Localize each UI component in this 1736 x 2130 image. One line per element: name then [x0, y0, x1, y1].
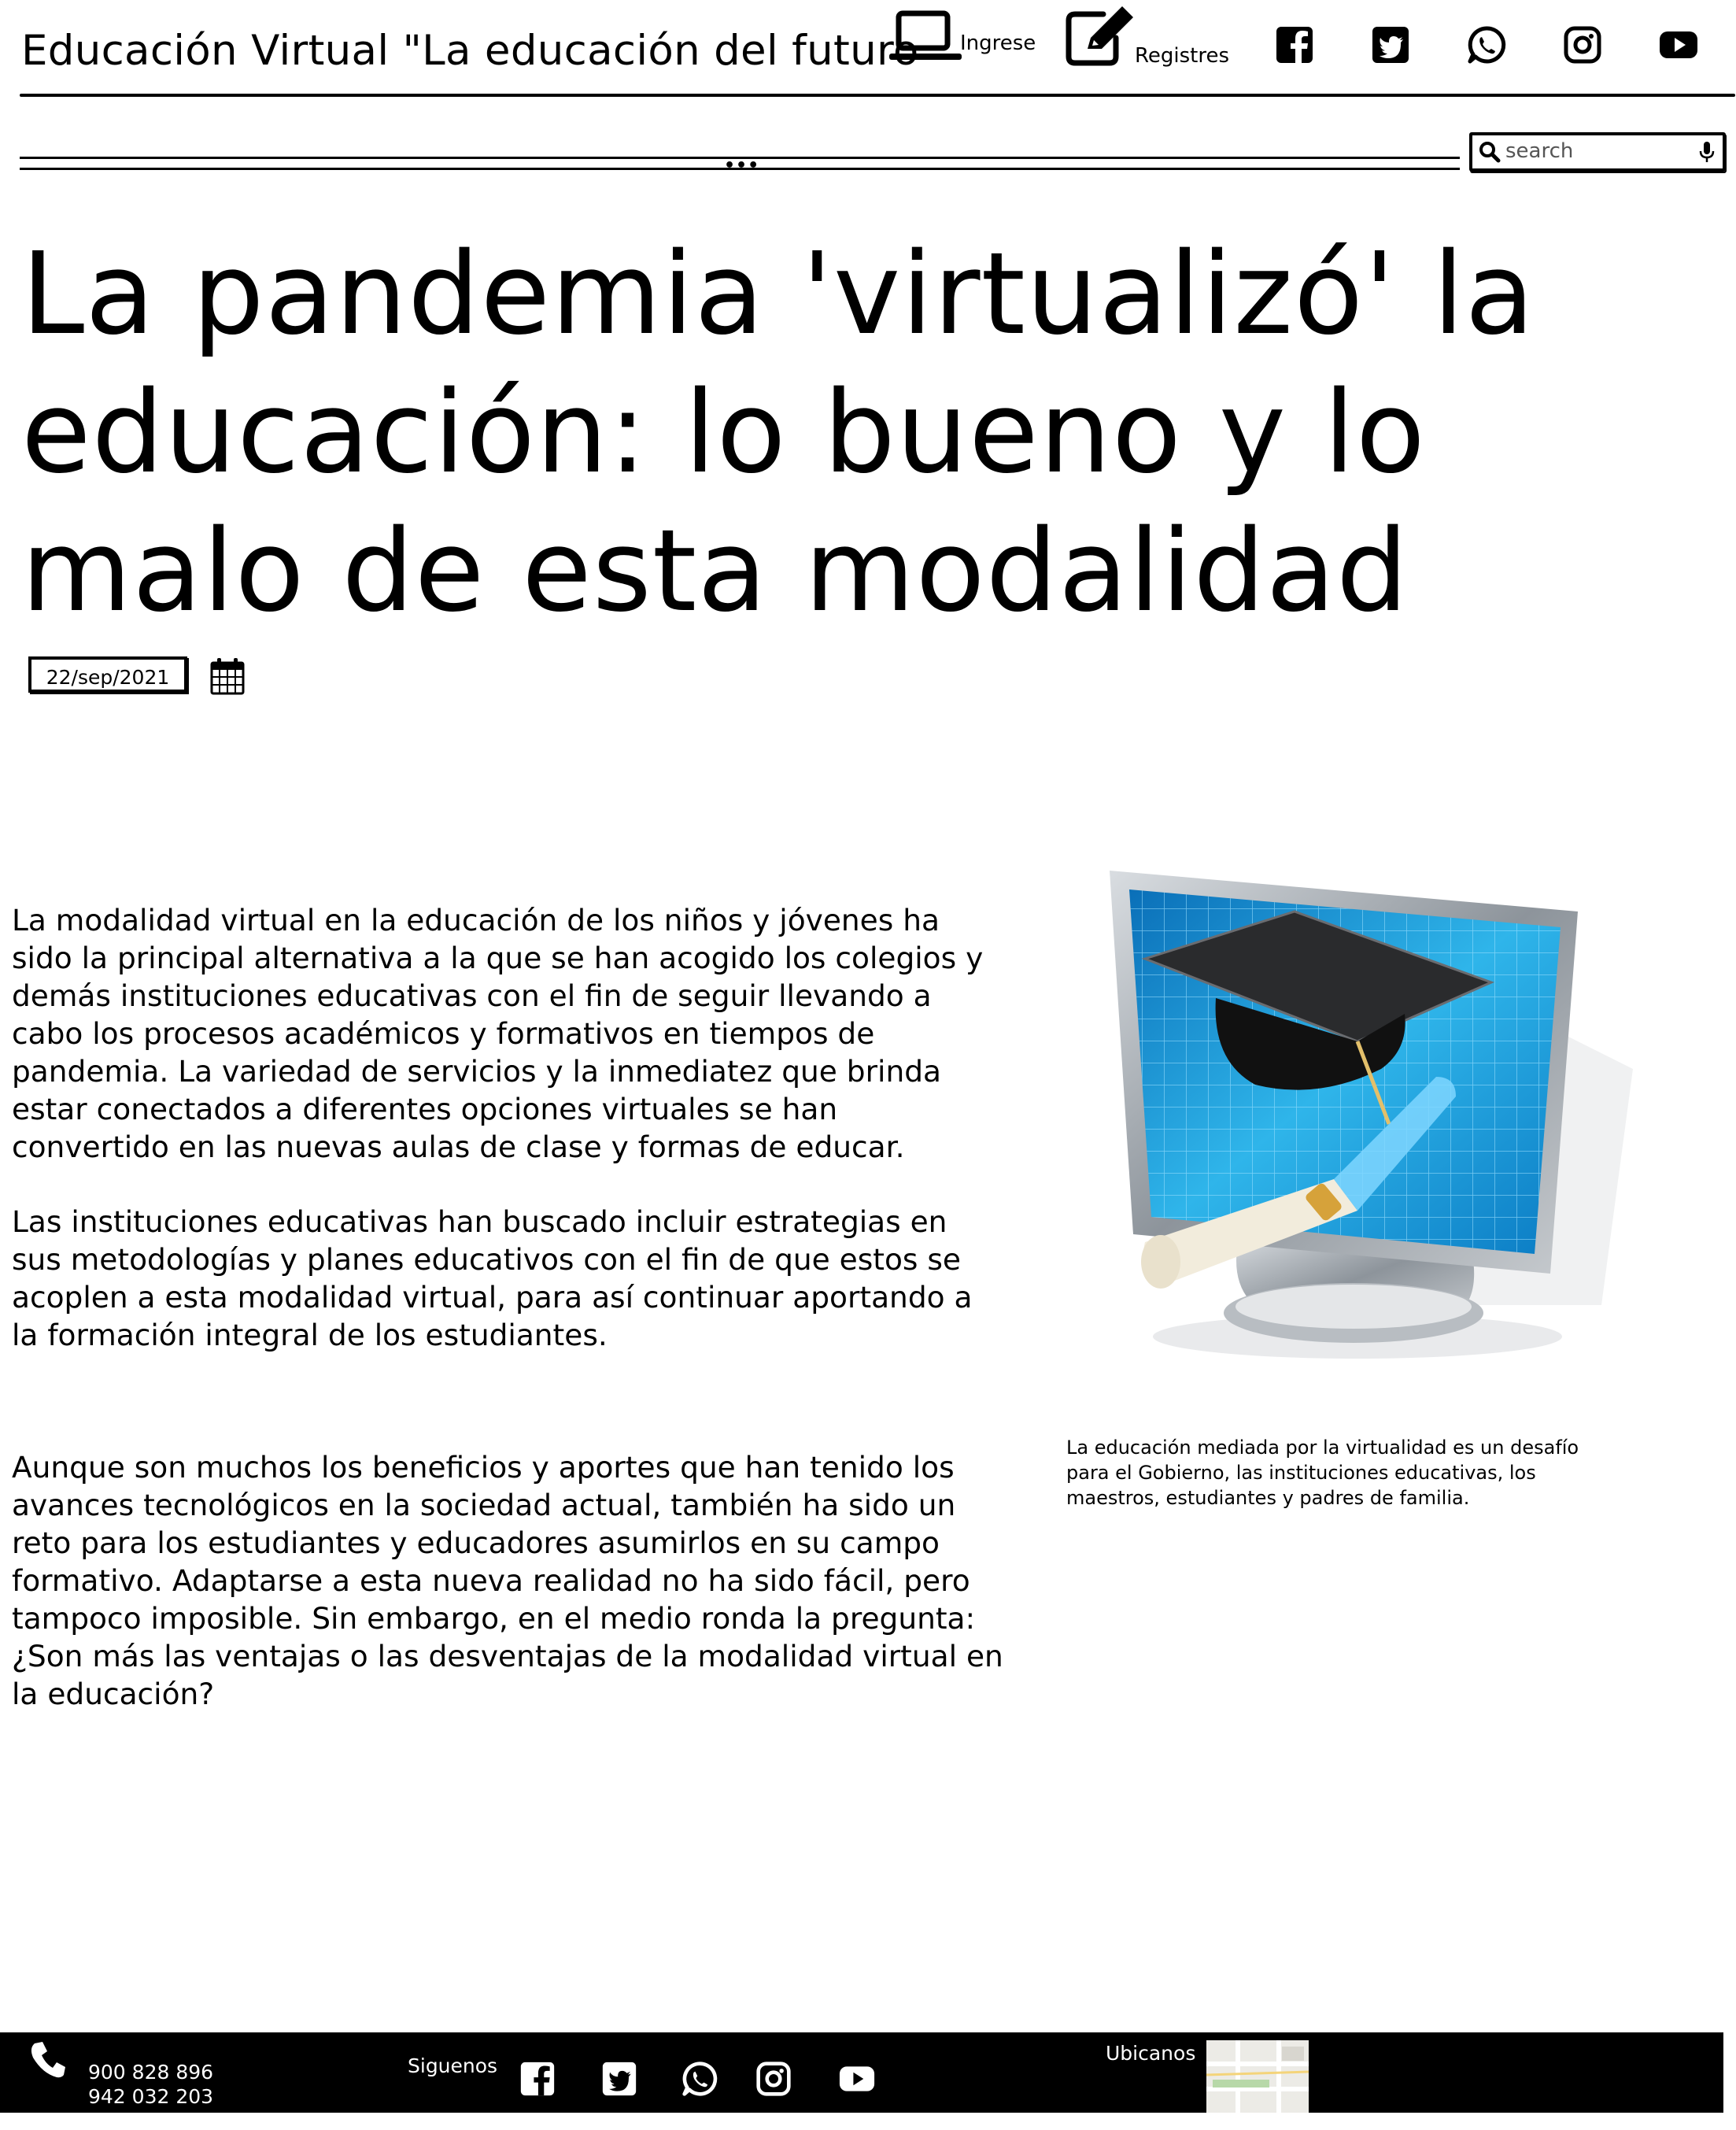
twitter-icon[interactable]	[1371, 25, 1410, 65]
register-link[interactable]: Registres	[1064, 3, 1229, 69]
youtube-icon[interactable]	[837, 2061, 877, 2097]
footer: 900 828 896 942 032 203 Siguenos Ubicano…	[0, 2032, 1723, 2113]
youtube-icon[interactable]	[1659, 25, 1698, 65]
whatsapp-icon[interactable]	[1467, 25, 1506, 65]
facebook-icon[interactable]	[519, 2061, 556, 2097]
footer-follow-label: Siguenos	[408, 2054, 498, 2077]
twitter-icon[interactable]	[601, 2061, 637, 2097]
whatsapp-icon[interactable]	[681, 2061, 718, 2097]
article-paragraph: Aunque son muchos los beneficios y aport…	[12, 1450, 1003, 1711]
article-paragraph: Las instituciones educativas han buscado…	[12, 1204, 973, 1352]
facebook-icon[interactable]	[1275, 25, 1314, 65]
footer-location-label: Ubicanos	[1106, 2042, 1196, 2065]
header-divider	[20, 94, 1735, 97]
article-image	[1110, 871, 1633, 1359]
login-link[interactable]: Ingrese	[888, 9, 1037, 66]
phone-icon	[31, 2042, 65, 2078]
more-menu-button[interactable]: •••	[724, 157, 759, 175]
instagram-icon[interactable]	[1563, 25, 1602, 65]
edit-icon	[1066, 6, 1133, 66]
footer-phone-1[interactable]: 900 828 896	[88, 2060, 213, 2084]
map-thumbnail[interactable]	[1206, 2040, 1309, 2113]
register-label: Registres	[1135, 44, 1230, 68]
date-field[interactable]: 22/sep/2021	[28, 656, 187, 693]
image-caption: La educación mediada por la virtualidad …	[1066, 1437, 1579, 1509]
footer-phone-2[interactable]: 942 032 203	[88, 2084, 213, 2109]
search-box[interactable]	[1469, 132, 1726, 172]
instagram-icon[interactable]	[755, 2061, 792, 2097]
laptop-icon	[889, 10, 962, 60]
microphone-icon[interactable]	[1697, 140, 1716, 164]
calendar-icon[interactable]	[209, 656, 246, 696]
article-headline: La pandemia 'virtualizó' la educación: l…	[21, 227, 1535, 637]
search-input[interactable]	[1505, 137, 1686, 165]
search-icon	[1479, 142, 1501, 163]
site-title: Educación Virtual "La educación del futu…	[21, 27, 919, 75]
article-paragraph: La modalidad virtual en la educación de …	[12, 903, 984, 1164]
login-label: Ingrese	[960, 31, 1036, 55]
